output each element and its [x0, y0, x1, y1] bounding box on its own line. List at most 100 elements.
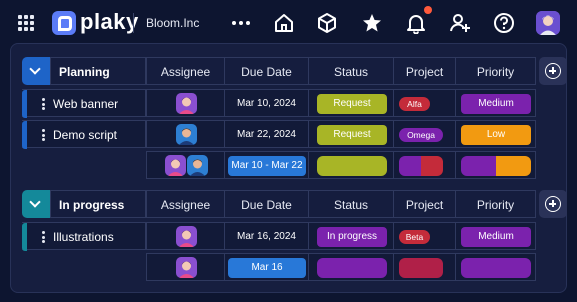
add-column-button[interactable] [539, 57, 567, 85]
add-user-icon[interactable] [449, 12, 471, 34]
assignee-avatar [176, 226, 197, 247]
table-row[interactable]: Illustrations Mar 16, 2024 In progress B… [22, 222, 568, 251]
priority-summary-cell [455, 151, 536, 179]
date-range-summary: Mar 16 [228, 258, 306, 278]
group-title-cell[interactable]: In progress [50, 190, 146, 218]
assignee-cell[interactable] [146, 222, 225, 250]
assignee-cell[interactable] [146, 89, 225, 117]
due-date-cell[interactable]: Mar 10, 2024 [224, 89, 309, 117]
table-row[interactable]: Demo script Mar 22, 2024 Request Omega L… [22, 120, 568, 149]
column-label: Assignee [160, 198, 211, 212]
due-date-cell[interactable]: Mar 16, 2024 [224, 222, 309, 250]
item-name-cell[interactable]: Illustrations [22, 222, 146, 251]
column-header-due-date[interactable]: Due Date [224, 57, 309, 85]
add-column-button[interactable] [539, 190, 567, 218]
column-label: Priority [476, 65, 515, 79]
project-cell[interactable]: Omega [393, 120, 456, 148]
assignee-avatar [176, 124, 197, 145]
column-header-project[interactable]: Project [393, 57, 456, 85]
due-date: Mar 10, 2024 [237, 98, 296, 109]
board-panel: Planning Assignee Due Date Status Projec… [10, 43, 567, 293]
status-label: Request [317, 94, 387, 114]
group-summary-row: Mar 16 [22, 253, 568, 281]
column-header-project[interactable]: Project [393, 190, 456, 218]
column-header-priority[interactable]: Priority [455, 57, 536, 85]
chevron-down-icon [29, 63, 41, 75]
status-summary-cell [308, 253, 394, 281]
drag-handle-icon[interactable] [42, 129, 45, 141]
home-icon[interactable] [273, 12, 295, 34]
drag-handle-icon[interactable] [42, 231, 45, 243]
column-label: Status [333, 198, 369, 212]
item-name: Illustrations [53, 230, 114, 244]
column-label: Assignee [160, 65, 211, 79]
item-name-cell[interactable]: Web banner [22, 89, 146, 118]
item-name: Web banner [53, 97, 119, 111]
project-cell[interactable]: Alfa [393, 89, 456, 117]
status-cell[interactable]: Request [308, 89, 394, 117]
priority-cell[interactable]: Medium [455, 89, 536, 117]
due-date: Mar 22, 2024 [237, 129, 296, 140]
column-label: Due Date [241, 65, 292, 79]
assignee-summary-cell [146, 253, 225, 281]
column-label: Status [333, 65, 369, 79]
due-date: Mar 16, 2024 [237, 231, 296, 242]
priority-label: Low [461, 125, 531, 145]
column-label: Project [405, 198, 444, 212]
group-color-bar [22, 90, 27, 118]
priority-cell[interactable]: Low [455, 120, 536, 148]
top-navigation-bar: plaky Bloom.Inc [0, 0, 577, 46]
column-header-priority[interactable]: Priority [455, 190, 536, 218]
more-icon[interactable] [230, 12, 252, 34]
due-date-cell[interactable]: Mar 22, 2024 [224, 120, 309, 148]
project-tag: Alfa [399, 97, 430, 111]
plaky-logo-icon [52, 11, 76, 35]
project-summary-cell [393, 151, 456, 179]
chevron-down-icon [29, 196, 41, 208]
status-cell[interactable]: Request [308, 120, 394, 148]
assignee-cell[interactable] [146, 120, 225, 148]
priority-cell[interactable]: Medium [455, 222, 536, 250]
group-header-row: Planning Assignee Due Date Status Projec… [22, 57, 568, 85]
item-name-cell[interactable]: Demo script [22, 120, 146, 149]
project-tag: Beta [399, 230, 430, 244]
cube-icon[interactable] [316, 12, 338, 34]
group-title-cell[interactable]: Planning [50, 57, 146, 85]
plus-icon [545, 196, 561, 212]
project-cell[interactable]: Beta [393, 222, 456, 250]
column-header-status[interactable]: Status [308, 190, 394, 218]
status-summary-bar [317, 156, 387, 176]
user-avatar-icon[interactable] [536, 11, 560, 35]
collapse-group-button[interactable] [22, 190, 50, 218]
assignee-avatar [165, 155, 186, 176]
help-icon[interactable] [493, 12, 515, 34]
group-color-bar [22, 121, 27, 149]
notification-badge [424, 6, 432, 14]
grid-menu-icon[interactable] [18, 15, 34, 31]
column-header-assignee[interactable]: Assignee [146, 190, 225, 218]
status-cell[interactable]: In progress [308, 222, 394, 250]
brand-name: plaky [80, 9, 139, 34]
column-header-due-date[interactable]: Due Date [224, 190, 309, 218]
table-row[interactable]: Web banner Mar 10, 2024 Request Alfa Med… [22, 89, 568, 118]
column-label: Due Date [241, 198, 292, 212]
assignee-summary-cell [146, 151, 225, 179]
group-title: In progress [59, 198, 125, 212]
priority-summary-bar [461, 156, 531, 176]
star-icon[interactable] [361, 12, 383, 34]
collapse-group-button[interactable] [22, 57, 50, 85]
assignee-avatar [176, 93, 197, 114]
status-label: In progress [317, 227, 387, 247]
status-label: Request [317, 125, 387, 145]
project-summary-bar [399, 258, 443, 278]
workspace-name[interactable]: Bloom.Inc [146, 16, 199, 30]
group-title: Planning [59, 65, 110, 79]
column-label: Project [405, 65, 444, 79]
item-name: Demo script [53, 128, 118, 142]
group-summary-row: Mar 10 - Mar 22 [22, 151, 568, 179]
drag-handle-icon[interactable] [42, 98, 45, 110]
due-date-summary-cell: Mar 10 - Mar 22 [224, 151, 309, 179]
column-header-assignee[interactable]: Assignee [146, 57, 225, 85]
bell-icon[interactable] [405, 12, 427, 35]
column-header-status[interactable]: Status [308, 57, 394, 85]
